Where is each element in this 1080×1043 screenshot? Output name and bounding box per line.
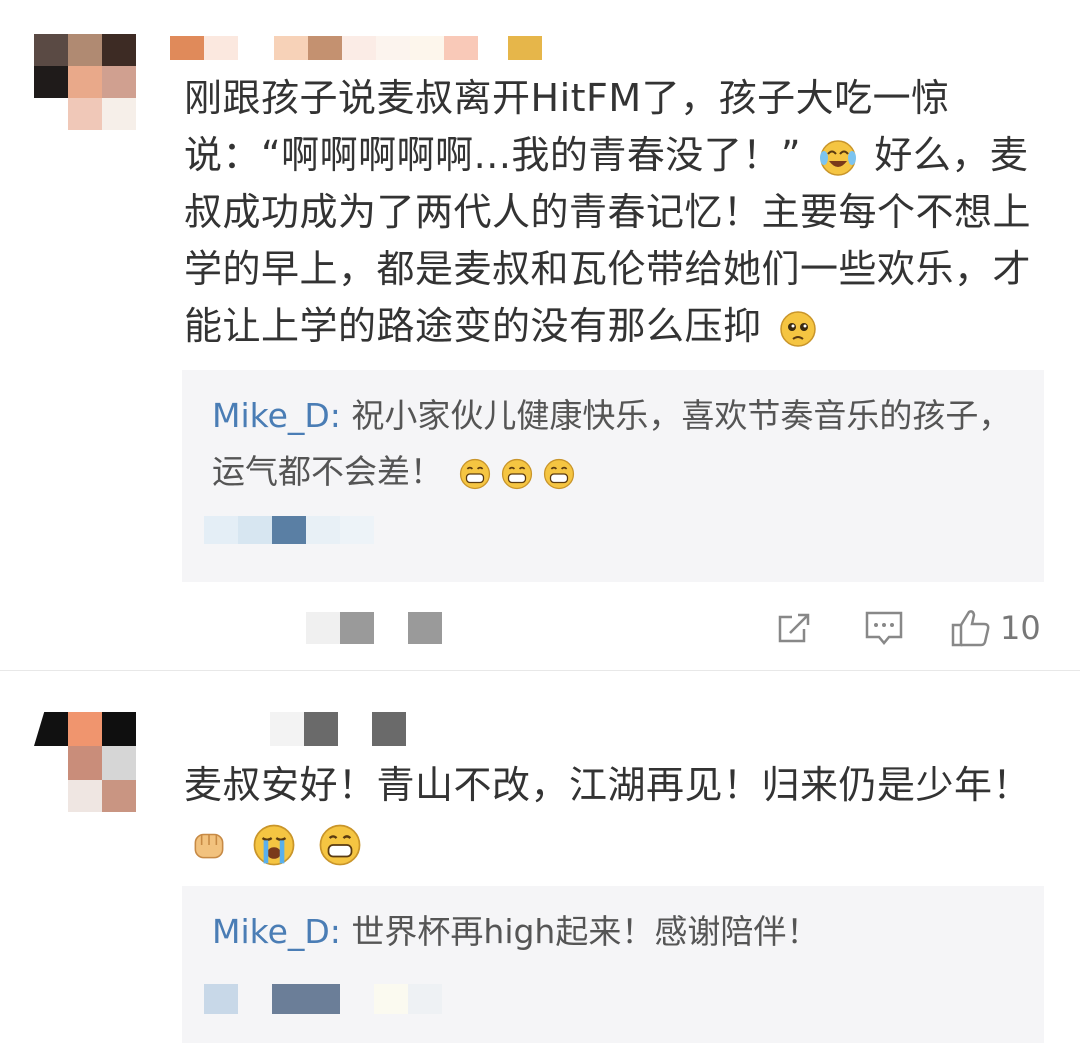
comment-button[interactable]	[864, 604, 904, 652]
reply-text: Mike_D: 世界杯再high起来！感谢陪伴！	[212, 904, 1022, 960]
comment-timestamp	[306, 612, 446, 644]
comment-text: 刚跟孩子说麦叔离开HitFM了，孩子大吃一惊说：“啊啊啊啊啊...我的青春没了！…	[184, 70, 1064, 355]
username[interactable]	[170, 36, 550, 60]
reply-content: 世界杯再high起来！感谢陪伴！	[351, 912, 820, 951]
like-count: 10	[1000, 609, 1041, 647]
laughing-crying-emoji	[819, 139, 856, 176]
reply-text: Mike_D: 祝小家伙儿健康快乐，喜欢节奏音乐的孩子，运气都不会差！	[212, 388, 1022, 500]
grinning-emoji	[459, 458, 490, 489]
grinning-emoji	[501, 458, 532, 489]
divider	[0, 670, 1080, 671]
reply-meta	[204, 984, 444, 1014]
comment-actions: 10	[770, 604, 1060, 652]
avatar[interactable]	[34, 712, 136, 812]
reply-box[interactable]: Mike_D: 世界杯再high起来！感谢陪伴！	[182, 886, 1044, 1043]
comment-icon	[865, 611, 903, 645]
reply-username[interactable]: Mike_D:	[212, 396, 341, 435]
crying-emoji	[253, 824, 295, 865]
avatar[interactable]	[34, 34, 136, 130]
comment-text: 麦叔安好！青山不改，江湖再见！归来仍是少年！	[184, 757, 1064, 871]
thumbs-up-icon	[951, 610, 990, 647]
comment-text-part1: 麦叔安好！青山不改，江湖再见！归来仍是少年！	[184, 763, 1032, 807]
pleading-emoji	[780, 310, 816, 347]
share-button[interactable]	[776, 604, 814, 652]
reply-username[interactable]: Mike_D:	[212, 912, 341, 951]
reply-box[interactable]: Mike_D: 祝小家伙儿健康快乐，喜欢节奏音乐的孩子，运气都不会差！	[182, 370, 1044, 582]
username[interactable]	[270, 712, 410, 746]
grinning-emoji	[543, 458, 574, 489]
reply-meta	[204, 516, 384, 544]
grinning-emoji	[319, 824, 361, 865]
fist-emoji	[194, 833, 224, 858]
like-button[interactable]: 10	[950, 604, 1041, 652]
share-icon	[778, 613, 810, 643]
